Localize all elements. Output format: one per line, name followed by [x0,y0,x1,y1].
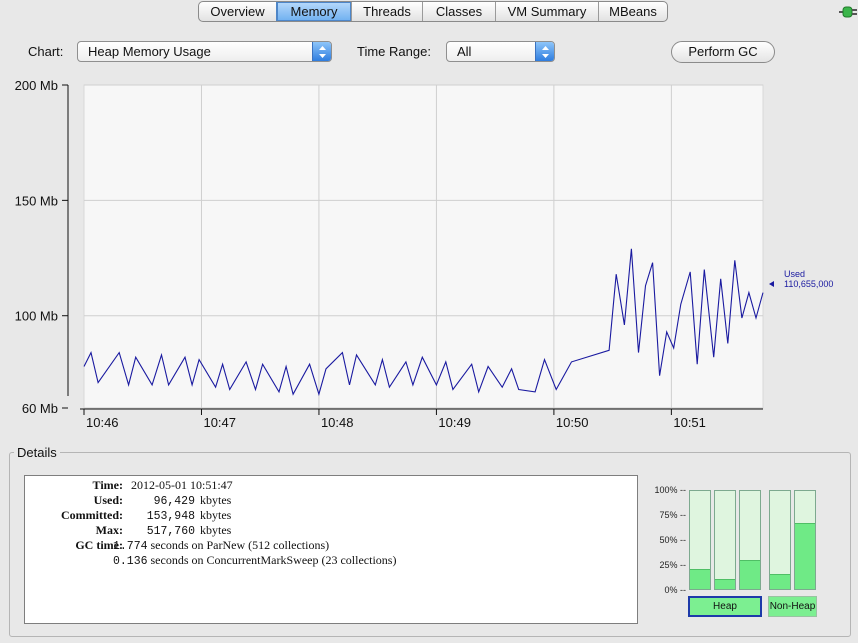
details-panel: Time: 2012-05-01 10:51:47 Used: 96,429 kb… [24,475,638,624]
current-value-marker-icon [769,281,774,287]
heap-pool-fill [740,559,760,589]
tab-memory[interactable]: Memory [276,2,351,21]
pct-label-25: 25% -- [659,560,686,570]
select-arrows-icon [312,42,331,61]
x-tick-label: 10:46 [86,415,119,430]
tab-overview[interactable]: Overview [199,2,276,21]
used-label: Used: [93,493,123,507]
used-unit: kbytes [200,493,232,507]
pct-label-0: 0% -- [664,585,686,595]
y-ticks: 200 Mb 150 Mb 100 Mb 60 Mb [15,78,68,416]
x-tick-label: 10:49 [438,415,471,430]
y-tick-label: 100 Mb [15,309,58,324]
nonheap-pool-bar[interactable] [769,490,791,590]
chart-select-value: Heap Memory Usage [88,44,211,59]
committed-value: 153,948 [146,510,195,523]
heap-pool-fill [690,569,710,589]
chart-label: Chart: [28,44,64,59]
heap-group-button[interactable]: Heap [688,596,762,617]
committed-label: Committed: [61,508,123,522]
gc-cms-value: 0.136 [113,555,148,568]
connection-plug-icon [839,6,857,18]
chart-select[interactable]: Heap Memory Usage [77,41,332,62]
x-tick-label: 10:51 [673,415,706,430]
tab-mbeans[interactable]: MBeans [598,2,667,21]
heap-pool-bar[interactable] [714,490,736,590]
nonheap-pool-fill [770,574,790,589]
nonheap-pool-fill [795,523,815,589]
tab-vm-summary[interactable]: VM Summary [495,2,598,21]
x-tick-label: 10:48 [321,415,354,430]
time-value: 2012-05-01 10:51:47 [131,478,233,492]
heap-pool-bar[interactable] [689,490,711,590]
gc-parnew-value: 1.774 [113,540,148,553]
time-range-label: Time Range: [357,44,431,59]
max-value: 517,760 [146,525,195,538]
tab-threads[interactable]: Threads [351,2,422,21]
x-tick-label: 10:50 [556,415,589,430]
heap-pool-fill [715,579,735,589]
pct-label-50: 50% -- [659,535,686,545]
max-unit: kbytes [200,523,232,537]
y-tick-label: 200 Mb [15,78,58,93]
time-range-select-value: All [457,44,472,59]
time-label: Time: [92,478,123,492]
time-range-select[interactable]: All [446,41,555,62]
details-title: Details [14,445,60,460]
series-legend-name: Used [784,269,805,279]
pct-label-75: 75% -- [659,510,686,520]
gc-parnew-text: seconds on ParNew (512 collections) [150,538,330,552]
perform-gc-button[interactable]: Perform GC [671,41,775,63]
heap-memory-chart: 200 Mb150 Mb100 Mb60 Mb 10:46 10:47 10:48 1… [15,78,834,430]
used-value: 96,429 [153,495,195,508]
y-tick-label: 60 Mb [22,401,58,416]
series-legend-value: 110,655,000 [784,279,833,289]
heap-pool-bar[interactable] [739,490,761,590]
gc-cms-text: seconds on ConcurrentMarkSweep (23 colle… [150,553,397,567]
committed-unit: kbytes [200,508,232,522]
select-arrows-icon [535,42,554,61]
nonheap-pool-bar[interactable] [794,490,816,590]
x-ticks: 10:46 10:47 10:48 10:49 10:50 10:51 [83,409,706,430]
tab-bar: Overview Memory Threads Classes VM Summa… [198,1,668,22]
x-tick-label: 10:47 [203,415,236,430]
pct-label-100: 100% -- [654,485,686,495]
tab-classes[interactable]: Classes [422,2,495,21]
max-label: Max: [95,523,123,537]
nonheap-group-button[interactable]: Non-Heap [768,596,817,617]
y-tick-label: 150 Mb [15,193,58,208]
